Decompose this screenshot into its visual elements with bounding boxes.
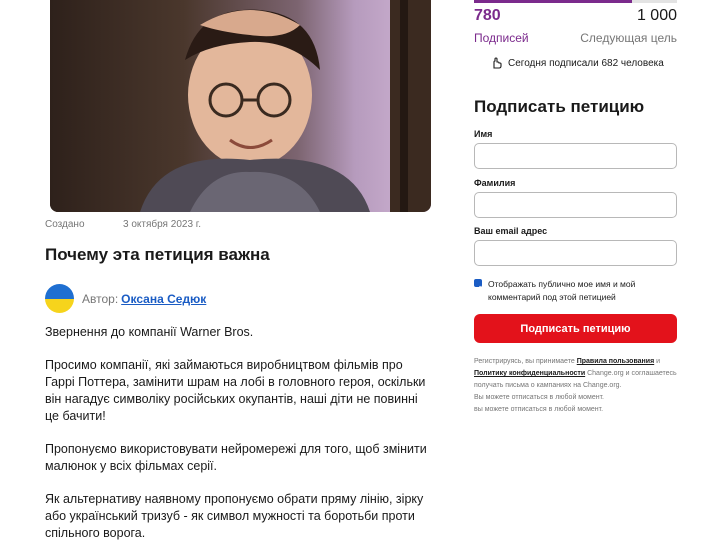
signed-today-text: Сегодня подписали 682 человека	[508, 58, 664, 69]
hero-photo	[50, 0, 431, 212]
author-avatar[interactable]	[45, 284, 74, 313]
signature-progress-bar	[474, 0, 677, 3]
last-name-field[interactable]	[474, 192, 677, 218]
first-name-field[interactable]	[474, 143, 677, 169]
author-prefix: Автор:	[82, 292, 119, 306]
email-field[interactable]	[474, 240, 677, 266]
description-paragraph: Пропонуємо використовувати нейромережі д…	[45, 442, 427, 473]
petition-hero-image	[50, 0, 431, 212]
first-name-label: Имя	[474, 129, 493, 139]
privacy-policy-link[interactable]: Политику конфиденциальности	[474, 370, 585, 377]
last-name-label: Фамилия	[474, 178, 516, 188]
created-label: Создано	[45, 219, 85, 230]
legal-prefix: Регистрируясь, вы принимаете	[474, 358, 575, 365]
author-name-link[interactable]: Оксана Седюк	[121, 292, 206, 306]
petition-description: Звернення до компанії Warner Bros. Проси…	[45, 324, 435, 558]
unsubscribe-note: Вы можете отписаться в любой момент.	[474, 394, 604, 401]
signature-count-label: Подписей	[474, 31, 529, 45]
public-display-checkbox[interactable]	[474, 279, 482, 291]
public-display-checkbox-label[interactable]: Отображать публично мое имя и мой коммен…	[488, 278, 678, 304]
legal-and: и	[656, 358, 661, 365]
legal-disclaimer: Регистрируясь, вы принимаете Правила пол…	[474, 356, 678, 416]
description-paragraph: Просимо компанії, які займаються виробни…	[45, 358, 426, 423]
why-it-matters-heading: Почему эта петиция важна	[45, 245, 270, 264]
email-label: Ваш email адрес	[474, 226, 548, 236]
description-paragraph: Як альтернативу наявному пропонуємо обра…	[45, 492, 424, 540]
author-line: Автор: Оксана Седюк	[82, 292, 206, 306]
description-paragraph: Звернення до компанії Warner Bros.	[45, 325, 254, 339]
checkmark-icon	[475, 285, 481, 291]
signature-goal: 1 000	[636, 7, 677, 24]
signature-progress-fill	[474, 0, 633, 3]
sign-petition-button[interactable]: Подписать петицию	[474, 314, 677, 343]
terms-of-use-link[interactable]: Правила пользования	[577, 358, 654, 365]
sign-petition-heading: Подписать петицию	[474, 97, 645, 116]
unsubscribe-note-duplicate: вы можете отписаться в любой момент.	[474, 406, 604, 413]
created-date: 3 октября 2023 г.	[123, 219, 201, 230]
signature-count: 780	[474, 7, 501, 24]
signature-goal-label: Следующая цель	[580, 31, 677, 45]
hand-signature-icon	[493, 57, 502, 69]
